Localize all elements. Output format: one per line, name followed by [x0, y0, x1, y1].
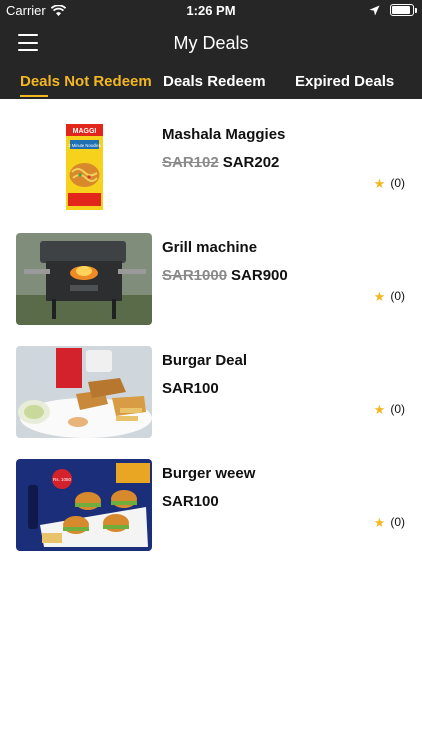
- rating-count: (0): [390, 402, 405, 416]
- rating-count: (0): [390, 515, 405, 529]
- deal-price: SAR1000 SAR900: [162, 267, 288, 284]
- star-icon: ★: [373, 401, 386, 417]
- deal-price: SAR100: [162, 380, 219, 397]
- page-title: My Deals: [173, 33, 249, 53]
- original-price: SAR1000: [162, 267, 228, 284]
- deal-price-value: SAR202: [222, 154, 280, 171]
- location-arrow-icon: [369, 5, 380, 15]
- deal-price-value: SAR100: [162, 380, 219, 397]
- status-bar: Carrier 1:26 PM: [0, 0, 422, 22]
- star-icon: ★: [373, 288, 386, 304]
- deal-title: Mashala Maggies: [162, 126, 286, 143]
- star-icon: ★: [373, 175, 386, 191]
- deal-title: Grill machine: [162, 239, 258, 256]
- tab-expired-deals[interactable]: Expired Deals: [295, 73, 394, 90]
- deal-image-chicken-meal: [16, 346, 152, 438]
- rating-count: (0): [390, 176, 405, 190]
- deal-price-value: SAR100: [162, 493, 219, 510]
- deal-card[interactable]: Grill machine SAR1000 SAR900 ★ (0): [0, 212, 422, 325]
- deal-title: Burgar Deal: [162, 352, 248, 369]
- deal-rating: ★ (0): [374, 176, 405, 190]
- deal-image-maggi: MAGGI 2 Minute Noodles: [16, 120, 152, 212]
- star-icon: ★: [373, 514, 386, 530]
- deal-image-grill: [16, 233, 152, 325]
- deal-rating: ★ (0): [374, 289, 405, 303]
- active-tab-indicator: [20, 95, 48, 97]
- svg-text:Rs. 1050: Rs. 1050: [53, 477, 72, 482]
- deal-tabs: Deals Not Redeem Deals Redeem Expired De…: [0, 70, 422, 99]
- battery-icon: [390, 4, 417, 16]
- tab-deals-redeem[interactable]: Deals Redeem: [163, 73, 266, 90]
- svg-text:MAGGI: MAGGI: [73, 128, 97, 135]
- deal-image-burger-combo: Rs. 1050: [16, 459, 152, 551]
- deal-card[interactable]: Rs. 1050 Burger weew SAR100 ★ (0): [0, 438, 422, 551]
- deal-price: SAR102 SAR202: [162, 154, 279, 171]
- app-header: Carrier 1:26 PM My Deals Deals Not Redee…: [0, 0, 422, 99]
- tab-deals-not-redeem[interactable]: Deals Not Redeem: [20, 73, 152, 90]
- deal-price: SAR100: [162, 493, 219, 510]
- deal-title: Burger weew: [162, 465, 256, 482]
- deal-rating: ★ (0): [374, 515, 405, 529]
- deal-price-value: SAR900: [231, 267, 288, 284]
- deal-card[interactable]: MAGGI 2 Minute Noodles Mashala Maggies S…: [0, 99, 422, 212]
- status-indicators: [369, 4, 417, 16]
- deal-rating: ★ (0): [374, 402, 405, 416]
- deal-card[interactable]: Burgar Deal SAR100 ★ (0): [0, 325, 422, 438]
- svg-text:2 Minute Noodles: 2 Minute Noodles: [68, 143, 101, 148]
- nav-bar: My Deals: [0, 22, 422, 66]
- status-time: 1:26 PM: [186, 3, 236, 18]
- rating-count: (0): [390, 289, 405, 303]
- original-price: SAR102: [162, 154, 219, 171]
